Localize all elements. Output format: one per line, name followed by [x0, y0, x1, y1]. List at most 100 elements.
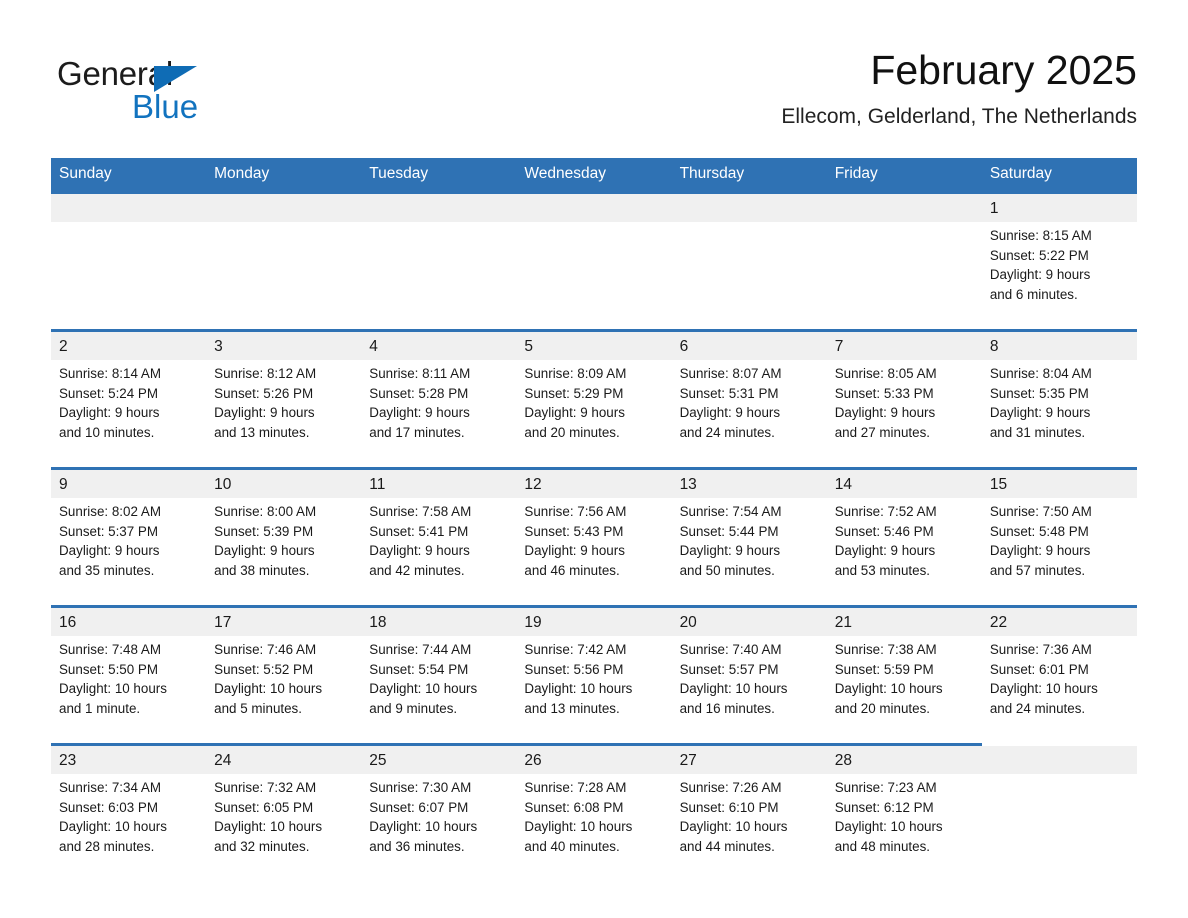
calendar-cell-empty — [981, 744, 1137, 881]
sunset-text: Sunset: 5:28 PM — [369, 385, 469, 401]
day-cell-inner: 14 Sunrise: 7:52 AM Sunset: 5:46 PM Dayligh… — [826, 470, 982, 602]
day-cell-inner — [826, 194, 982, 326]
daylight-text-line1: Daylight: 9 hours — [989, 267, 1091, 283]
calendar-day-cell[interactable]: 26 Sunrise: 7:28 AM Sunset: 6:08 PM Dayligh… — [516, 743, 672, 881]
day-number: 13 — [671, 470, 827, 498]
day-details: Sunrise: 7:23 AM Sunset: 6:12 PM Daylight:… — [827, 774, 982, 857]
calendar-day-cell[interactable]: 3 Sunrise: 8:12 AM Sunset: 5:26 PM Daylight… — [206, 329, 362, 469]
daylight-text-line1: Daylight: 10 hours — [679, 819, 788, 835]
calendar-cell-empty — [51, 191, 207, 331]
calendar-day-cell[interactable]: 25 Sunrise: 7:30 AM Sunset: 6:07 PM Dayligh… — [361, 743, 517, 881]
calendar-day-cell[interactable]: 2 Sunrise: 8:14 AM Sunset: 5:24 PM Daylight… — [51, 329, 207, 469]
daylight-text-line2: and 27 minutes. — [834, 425, 930, 441]
calendar-day-cell[interactable]: 1 Sunrise: 8:15 AM Sunset: 5:22 PM Daylight… — [981, 191, 1137, 331]
day-number: 4 — [361, 332, 517, 360]
daylight-text-line1: Daylight: 10 hours — [834, 681, 943, 697]
calendar-day-cell[interactable]: 4 Sunrise: 8:11 AM Sunset: 5:28 PM Daylight… — [361, 329, 517, 469]
day-details: Sunrise: 7:58 AM Sunset: 5:41 PM Daylight:… — [361, 498, 516, 581]
sunset-text: Sunset: 5:29 PM — [524, 385, 624, 401]
calendar-day-cell[interactable]: 17 Sunrise: 7:46 AM Sunset: 5:52 PM Dayligh… — [206, 605, 362, 745]
daylight-text-line2: and 40 minutes. — [524, 839, 620, 855]
day-cell-inner — [516, 194, 672, 326]
day-cell-inner: 26 Sunrise: 7:28 AM Sunset: 6:08 PM Dayligh… — [516, 746, 672, 878]
daylight-text-line1: Daylight: 9 hours — [214, 405, 315, 421]
daylight-text-line2: and 13 minutes. — [524, 701, 620, 717]
day-number: 28 — [826, 746, 982, 774]
daylight-text-line1: Daylight: 9 hours — [524, 405, 625, 421]
day-number: 19 — [516, 608, 672, 636]
sunrise-text: Sunrise: 7:40 AM — [679, 642, 782, 657]
calendar-day-cell[interactable]: 13 Sunrise: 7:54 AM Sunset: 5:44 PM Dayligh… — [671, 467, 827, 607]
day-details: Sunrise: 7:26 AM Sunset: 6:10 PM Daylight:… — [672, 774, 827, 857]
daylight-text-line2: and 50 minutes. — [679, 563, 775, 579]
day-cell-inner: 19 Sunrise: 7:42 AM Sunset: 5:56 PM Dayligh… — [516, 608, 672, 740]
calendar-day-cell[interactable]: 27 Sunrise: 7:26 AM Sunset: 6:10 PM Dayligh… — [671, 743, 827, 881]
day-number — [206, 194, 362, 222]
logo-text-blue: Blue — [132, 88, 199, 125]
general-blue-logo[interactable]: General Blue — [57, 54, 287, 132]
day-number: 3 — [206, 332, 362, 360]
day-cell-inner: 15 Sunrise: 7:50 AM Sunset: 5:48 PM Dayligh… — [981, 470, 1137, 602]
sunset-text: Sunset: 5:52 PM — [214, 661, 314, 677]
daylight-text-line2: and 48 minutes. — [834, 839, 930, 855]
day-number: 22 — [981, 608, 1137, 636]
day-details: Sunrise: 7:50 AM Sunset: 5:48 PM Daylight:… — [982, 498, 1137, 581]
day-number: 25 — [361, 746, 517, 774]
sunrise-text: Sunrise: 7:26 AM — [679, 780, 782, 795]
calendar-day-cell[interactable]: 16 Sunrise: 7:48 AM Sunset: 5:50 PM Dayligh… — [51, 605, 207, 745]
calendar-day-cell[interactable]: 6 Sunrise: 8:07 AM Sunset: 5:31 PM Daylight… — [671, 329, 827, 469]
day-cell-inner: 28 Sunrise: 7:23 AM Sunset: 6:12 PM Dayligh… — [826, 746, 982, 878]
calendar-day-cell[interactable]: 19 Sunrise: 7:42 AM Sunset: 5:56 PM Dayligh… — [516, 605, 672, 745]
sunset-text: Sunset: 6:01 PM — [989, 661, 1089, 677]
sunset-text: Sunset: 6:07 PM — [369, 799, 469, 815]
day-cell-inner: 27 Sunrise: 7:26 AM Sunset: 6:10 PM Dayligh… — [671, 746, 827, 878]
calendar-day-cell[interactable]: 20 Sunrise: 7:40 AM Sunset: 5:57 PM Dayligh… — [671, 605, 827, 745]
day-details: Sunrise: 7:40 AM Sunset: 5:57 PM Daylight:… — [672, 636, 827, 719]
weekday-header-thursday: Thursday — [671, 158, 827, 193]
calendar-day-cell[interactable]: 5 Sunrise: 8:09 AM Sunset: 5:29 PM Daylight… — [516, 329, 672, 469]
calendar-day-cell[interactable]: 22 Sunrise: 7:36 AM Sunset: 6:01 PM Dayligh… — [981, 605, 1137, 745]
calendar-day-cell[interactable]: 11 Sunrise: 7:58 AM Sunset: 5:41 PM Dayligh… — [361, 467, 517, 607]
day-number: 20 — [671, 608, 827, 636]
day-details: Sunrise: 8:09 AM Sunset: 5:29 PM Daylight:… — [516, 360, 671, 443]
sunrise-text: Sunrise: 8:00 AM — [214, 504, 317, 519]
day-details: Sunrise: 8:04 AM Sunset: 5:35 PM Daylight:… — [982, 360, 1137, 443]
calendar-day-cell[interactable]: 15 Sunrise: 7:50 AM Sunset: 5:48 PM Dayligh… — [981, 467, 1137, 607]
calendar-day-cell[interactable]: 28 Sunrise: 7:23 AM Sunset: 6:12 PM Dayligh… — [826, 743, 982, 881]
weekday-header-monday: Monday — [206, 158, 362, 193]
day-cell-inner: 22 Sunrise: 7:36 AM Sunset: 6:01 PM Dayligh… — [981, 608, 1137, 740]
sunset-text: Sunset: 5:33 PM — [834, 385, 934, 401]
day-cell-inner — [206, 194, 362, 326]
sunset-text: Sunset: 5:57 PM — [679, 661, 779, 677]
daylight-text-line2: and 24 minutes. — [989, 701, 1086, 717]
calendar-day-cell[interactable]: 24 Sunrise: 7:32 AM Sunset: 6:05 PM Dayligh… — [206, 743, 362, 881]
calendar-day-cell[interactable]: 10 Sunrise: 8:00 AM Sunset: 5:39 PM Dayligh… — [206, 467, 362, 607]
day-number: 11 — [361, 470, 517, 498]
day-number — [361, 194, 517, 222]
sunset-text: Sunset: 6:05 PM — [214, 799, 314, 815]
calendar-day-cell[interactable]: 8 Sunrise: 8:04 AM Sunset: 5:35 PM Daylight… — [981, 329, 1137, 469]
day-cell-inner: 24 Sunrise: 7:32 AM Sunset: 6:05 PM Dayligh… — [206, 746, 362, 878]
daylight-text-line1: Daylight: 9 hours — [679, 543, 781, 559]
weekday-header-row: Sunday Monday Tuesday Wednesday Thursday Frid… — [51, 158, 1137, 193]
calendar-cell-empty — [361, 191, 517, 331]
calendar-day-cell[interactable]: 14 Sunrise: 7:52 AM Sunset: 5:46 PM Dayligh… — [826, 467, 982, 607]
calendar-header-row: Sunday Monday Tuesday Wednesday Thursday Frid… — [51, 158, 1137, 193]
calendar-day-cell[interactable]: 7 Sunrise: 8:05 AM Sunset: 5:33 PM Daylight… — [826, 329, 982, 469]
day-number: 21 — [826, 608, 982, 636]
calendar-week-row: 9 Sunrise: 8:02 AM Sunset: 5:37 PM Daylight… — [51, 467, 1137, 607]
calendar-day-cell[interactable]: 23 Sunrise: 7:34 AM Sunset: 6:03 PM Dayligh… — [51, 743, 207, 881]
day-number: 15 — [981, 470, 1137, 498]
day-details: Sunrise: 8:07 AM Sunset: 5:31 PM Daylight:… — [672, 360, 827, 443]
day-details: Sunrise: 8:15 AM Sunset: 5:22 PM Daylight:… — [982, 222, 1137, 305]
calendar-day-cell[interactable]: 12 Sunrise: 7:56 AM Sunset: 5:43 PM Dayligh… — [516, 467, 672, 607]
calendar-day-cell[interactable]: 9 Sunrise: 8:02 AM Sunset: 5:37 PM Daylight… — [51, 467, 207, 607]
day-cell-inner: 9 Sunrise: 8:02 AM Sunset: 5:37 PM Daylight… — [51, 470, 207, 602]
daylight-text-line2: and 53 minutes. — [834, 563, 930, 579]
sunset-text: Sunset: 5:59 PM — [834, 661, 934, 677]
calendar-day-cell[interactable]: 21 Sunrise: 7:38 AM Sunset: 5:59 PM Dayligh… — [826, 605, 982, 745]
day-cell-inner — [361, 194, 517, 326]
calendar-day-cell[interactable]: 18 Sunrise: 7:44 AM Sunset: 5:54 PM Dayligh… — [361, 605, 517, 745]
day-number: 16 — [51, 608, 207, 636]
daylight-text-line2: and 44 minutes. — [679, 839, 775, 855]
